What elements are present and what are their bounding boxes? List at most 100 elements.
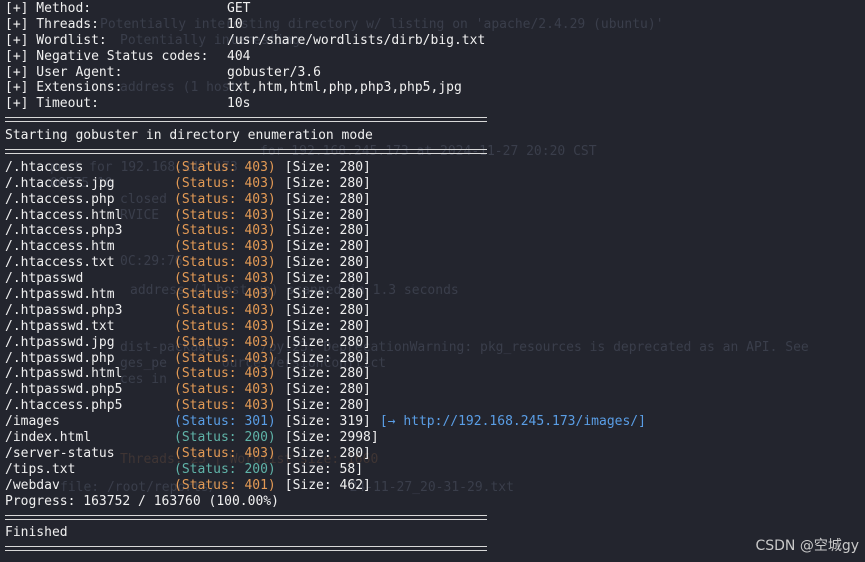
result-status: (Status: 403) (174, 302, 276, 318)
config-line: [+] Timeout: 10s (5, 96, 861, 112)
config-value: /usr/share/wordlists/dirb/big.txt (227, 32, 486, 48)
result-row: /.htpasswd.txt (Status: 403) [Size: 280] (5, 319, 861, 335)
result-redirect-link[interactable]: [→ http://192.168.245.173/images/] (380, 414, 646, 430)
config-key: [+] Extensions: (5, 80, 123, 96)
result-path: /.htaccess.php (5, 191, 115, 207)
result-status: (Status: 403) (174, 318, 276, 334)
result-size: [Size: 280] (284, 255, 371, 271)
result-size: [Size: 280] (284, 191, 371, 207)
config-key: [+] Negative Status codes: (5, 48, 209, 64)
result-status: (Status: 403) (174, 382, 276, 398)
result-path: /.htpasswd.jpg (5, 334, 115, 350)
result-status: (Status: 403) (174, 239, 276, 255)
config-key: [+] Threads: (5, 16, 99, 32)
result-row: /server-status (Status: 403) [Size: 280] (5, 446, 861, 462)
result-path: /.htpasswd.html (5, 366, 123, 382)
terminal-output: [+] Method: GET [+] Threads: 10 [+] Wordli… (5, 1, 861, 557)
result-size: [Size: 280] (284, 302, 371, 318)
result-row: /.htaccess.html (Status: 403) [Size: 280] (5, 208, 861, 224)
result-status: (Status: 403) (174, 271, 276, 287)
result-size: [Size: 280] (284, 445, 371, 461)
result-size: [Size: 280] (284, 366, 371, 382)
watermark: CSDN @空城gy (755, 538, 859, 554)
result-row: /.htpasswd (Status: 403) [Size: 280] (5, 271, 861, 287)
config-key: [+] Timeout: (5, 96, 99, 112)
config-value: GET (227, 1, 251, 16)
config-key: [+] Method: (5, 1, 92, 16)
finished-message: Finished (5, 525, 68, 541)
result-row: /webdav (Status: 401) [Size: 462] (5, 478, 861, 494)
result-status: (Status: 403) (174, 398, 276, 414)
separator-rule (5, 144, 861, 160)
result-row: /.htaccess.htm (Status: 403) [Size: 280] (5, 239, 861, 255)
result-status: (Status: 403) (174, 334, 276, 350)
result-size: [Size: 280] (284, 223, 371, 239)
result-status: (Status: 403) (174, 223, 276, 239)
result-status: (Status: 403) (174, 255, 276, 271)
result-size: [Size: 280] (284, 159, 371, 175)
config-line: [+] Negative Status codes: 404 (5, 49, 861, 65)
result-path: /.htpasswd.htm (5, 287, 115, 303)
result-row: /.htpasswd.php3 (Status: 403) [Size: 280] (5, 303, 861, 319)
result-path: /.htaccess.php3 (5, 223, 123, 239)
result-size: [Size: 280] (284, 334, 371, 350)
config-value: 404 (227, 48, 251, 64)
result-row: /index.html (Status: 200) [Size: 2998] (5, 430, 861, 446)
result-status: (Status: 401) (174, 477, 276, 493)
separator-rule (5, 112, 861, 128)
result-size: [Size: 280] (284, 239, 371, 255)
result-size: [Size: 280] (284, 318, 371, 334)
result-status: (Status: 403) (174, 191, 276, 207)
result-path: /images (5, 414, 60, 430)
result-path: /webdav (5, 477, 60, 493)
result-status: (Status: 403) (174, 445, 276, 461)
config-line: [+] Threads: 10 (5, 17, 861, 33)
config-value: 10s (227, 96, 251, 112)
result-size: [Size: 280] (284, 271, 371, 287)
result-size: [Size: 58] (284, 461, 364, 477)
config-key: [+] User Agent: (5, 64, 123, 80)
result-path: /.htaccess (5, 159, 84, 175)
result-size: [Size: 280] (284, 350, 371, 366)
result-row: /.htaccess (Status: 403) [Size: 280] (5, 160, 861, 176)
config-value: txt,htm,html,php,php3,php5,jpg (227, 80, 462, 96)
result-row: /.htpasswd.php5 (Status: 403) [Size: 280] (5, 382, 861, 398)
config-key: [+] Wordlist: (5, 32, 107, 48)
result-path: /tips.txt (5, 461, 76, 477)
result-row: /images (Status: 301) [Size: 319] [→ http:/… (5, 414, 861, 430)
separator-rule (5, 510, 861, 526)
progress-line: Progress: 163752 / 163760 (100.00%) (5, 493, 279, 509)
result-row: /.htaccess.php3 (Status: 403) [Size: 280] (5, 223, 861, 239)
result-size: [Size: 280] (284, 287, 371, 303)
result-row: /.htaccess.txt (Status: 403) [Size: 280] (5, 255, 861, 271)
result-row: /tips.txt (Status: 200) [Size: 58] (5, 462, 861, 478)
result-row: /.htpasswd.html (Status: 403) [Size: 280] (5, 366, 861, 382)
separator-rule (5, 541, 861, 557)
result-row: /.htaccess.php5 (Status: 403) [Size: 280] (5, 398, 861, 414)
result-path: /.htaccess.html (5, 207, 123, 223)
result-status: (Status: 403) (174, 207, 276, 223)
result-status: (Status: 403) (174, 287, 276, 303)
result-size: [Size: 319] (284, 414, 371, 430)
result-size: [Size: 2998] (284, 430, 379, 446)
start-message: Starting gobuster in directory enumerati… (5, 128, 373, 144)
result-path: /.htaccess.jpg (5, 175, 115, 191)
result-size: [Size: 280] (284, 382, 371, 398)
result-row: /.htaccess.php (Status: 403) [Size: 280] (5, 192, 861, 208)
results-list: /.htaccess (Status: 403) [Size: 280]/.htac… (5, 160, 861, 494)
result-path: /.htpasswd.php5 (5, 382, 123, 398)
result-size: [Size: 280] (284, 398, 371, 414)
